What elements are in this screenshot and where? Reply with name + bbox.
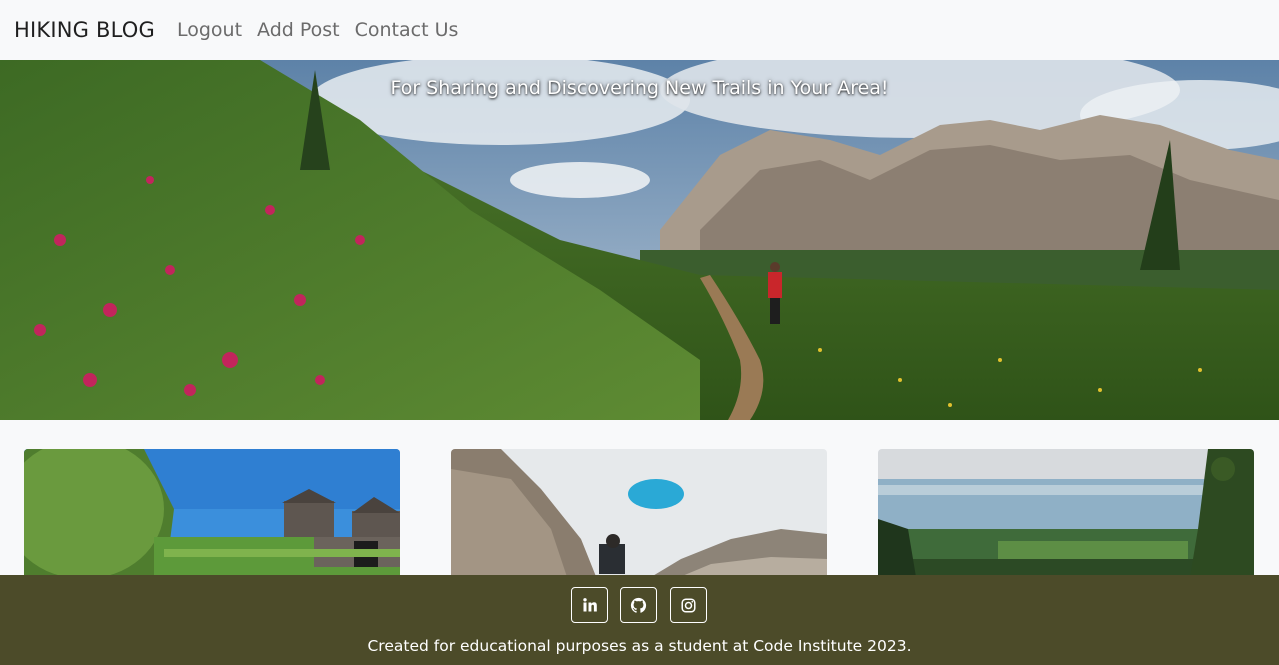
nav-link-contact-us[interactable]: Contact Us [355,19,459,41]
hero-banner: For Sharing and Discovering New Trails i… [0,60,1279,420]
linkedin-icon [582,598,597,612]
github-button[interactable] [620,587,657,623]
instagram-button[interactable] [670,587,707,623]
linkedin-button[interactable] [571,587,608,623]
post-card-mountain[interactable] [451,449,827,589]
footer-copyright: Created for educational purposes as a st… [367,637,912,655]
nav-link-logout[interactable]: Logout [177,19,242,41]
post-card-lake[interactable] [878,449,1254,589]
post-card-castle[interactable] [24,449,400,589]
instagram-icon [681,597,696,613]
navbar: HIKING BLOG Logout Add Post Contact Us [0,0,1279,60]
lake-valley-photo [878,449,1254,589]
brand-link[interactable]: HIKING BLOG [14,18,155,42]
footer: Created for educational purposes as a st… [0,575,1279,665]
mountain-hiker-photo [451,449,827,589]
github-icon [630,597,647,613]
hero-tagline: For Sharing and Discovering New Trails i… [390,77,889,99]
castle-ruins-photo [24,449,400,589]
nav-link-add-post[interactable]: Add Post [257,19,340,41]
hero-landscape-image [0,60,1279,420]
